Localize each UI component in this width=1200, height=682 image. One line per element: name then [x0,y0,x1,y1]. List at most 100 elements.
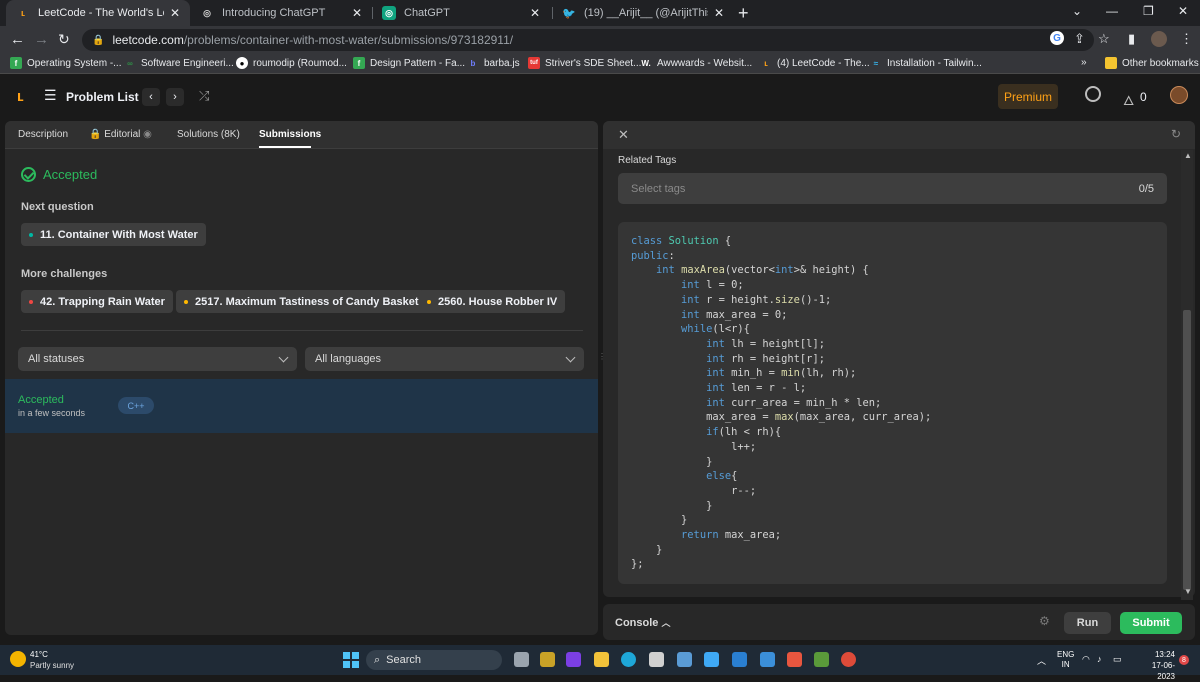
profile-avatar[interactable] [1151,31,1167,47]
l-app-icon[interactable] [704,652,719,667]
battery-icon[interactable]: ▭ [1113,654,1122,665]
panel-resize-handle[interactable]: ⋮ [598,353,606,369]
forward-icon[interactable]: → [34,31,49,48]
premium-button[interactable]: Premium [998,84,1058,109]
list-icon[interactable]: ☰ [44,87,57,104]
other-bookmarks[interactable]: Other bookmarks [1105,57,1199,69]
figma-icon[interactable] [787,652,802,667]
bookmark-label: Operating System -... [27,57,122,69]
jetbrains-icon[interactable] [566,652,581,667]
tab-submissions[interactable]: Submissions [259,129,321,140]
tab-search-icon[interactable]: ⌄ [1072,4,1082,18]
start-button[interactable] [343,652,359,668]
bookmark-favicon: f [353,57,365,69]
close-icon[interactable]: ✕ [714,6,724,20]
vscode-icon[interactable] [732,652,747,667]
tab-solutions[interactable]: Solutions (8K) [177,129,240,140]
tab-introducing-chatgpt[interactable]: ◎ Introducing ChatGPT ✕ [190,0,372,26]
bookmark-item[interactable]: tuf Striver's SDE Sheet... [528,57,641,69]
next-problem-button[interactable]: › [166,88,184,106]
tab-twitter[interactable]: 🐦 (19) __Arijit__ (@ArijitThisis) / Twi … [552,0,734,26]
leetcode-logo-icon[interactable]: ʟ [17,88,24,105]
wifi-icon[interactable]: ◠ [1082,654,1090,665]
scroll-down-icon[interactable]: ▼ [1184,587,1192,596]
problem-list-link[interactable]: Problem List [66,90,139,104]
clock[interactable]: 13:24 17-06-2023 [1135,649,1175,682]
bookmark-item[interactable]: ● roumodip (Roumod... [236,57,347,69]
next-question-chip[interactable]: 11. Container With Most Water [21,223,206,246]
debug-icon[interactable]: ⚙ [1039,614,1050,628]
bookmark-item[interactable]: f Operating System -... [10,57,121,69]
timer-icon[interactable] [1085,86,1101,102]
file-explorer-icon[interactable] [594,652,609,667]
close-icon[interactable]: ✕ [618,127,629,143]
run-button[interactable]: Run [1064,612,1111,634]
submit-button[interactable]: Submit [1120,612,1182,634]
challenge-chip[interactable]: 2560. House Robber IV [419,290,566,313]
bookmark-item[interactable]: f Design Pattern - Fa... [353,57,465,69]
tab-editorial[interactable]: 🔒 Editorial ◉ [89,129,152,140]
volume-icon[interactable]: ♪ [1097,654,1102,664]
bookmarks-overflow[interactable]: » [1081,57,1087,68]
share-icon[interactable]: ⇪ [1074,31,1085,47]
chevron-up-icon: ︿ [661,618,671,628]
app-icon[interactable] [540,652,555,667]
bookmark-item[interactable]: ≈ Installation - Tailwin... [870,57,982,69]
open-external-icon[interactable]: ↻ [1171,127,1181,141]
bookmark-item[interactable]: ʟ (4) LeetCode - The... [760,57,869,69]
bookmark-label: Design Pattern - Fa... [370,57,466,69]
tab-description[interactable]: Description [18,129,68,140]
notification-badge[interactable]: 8 [1179,655,1189,665]
submission-row[interactable]: Accepted in a few seconds C++ [5,379,598,433]
language-filter-select[interactable]: All languages [305,347,584,371]
difficulty-dot [427,299,431,304]
bookmark-star-icon[interactable]: ☆ [1098,31,1110,47]
restore-icon[interactable]: ❐ [1143,4,1154,18]
close-icon[interactable]: ✕ [530,6,540,20]
chrome-icon[interactable] [841,652,856,667]
chevron-double-right-icon: » [1081,57,1087,68]
minimize-icon[interactable]: — [1106,4,1118,18]
right-panel-scrollbar[interactable]: ▲ ▼ [1181,150,1193,600]
address-bar[interactable]: 🔒 leetcode.com /problems/container-with-… [82,29,1094,51]
edge-icon[interactable] [621,652,636,667]
prev-problem-button[interactable]: ‹ [142,88,160,106]
status-filter-select[interactable]: All statuses [18,347,297,371]
monitor-icon[interactable] [677,652,692,667]
side-panel-icon[interactable]: ▮ [1128,31,1135,47]
shuffle-icon[interactable]: ⤮ [199,88,209,104]
scroll-thumb[interactable] [1183,310,1191,590]
scroll-up-icon[interactable]: ▲ [1184,151,1192,160]
nodejs-icon[interactable] [814,652,829,667]
challenge-chip[interactable]: 42. Trapping Rain Water [21,290,173,313]
tab-chatgpt[interactable]: ◎ ChatGPT ✕ [372,0,550,26]
streak-fire-icon[interactable]: 🜂 [1123,87,1134,113]
input-language[interactable]: ENG IN [1057,650,1074,670]
openai-icon: ◎ [203,7,211,18]
tab-leetcode[interactable]: ʟ LeetCode - The World's Leading ✕ [6,0,190,26]
bookmark-item[interactable]: b barba.js [467,57,520,69]
taskbar-search[interactable]: ⌕ Search [366,650,502,670]
close-icon[interactable]: ✕ [352,6,362,20]
code-viewer[interactable]: class Solution { public: int maxArea(vec… [618,222,1167,584]
new-tab-button[interactable]: + [738,3,749,24]
console-toggle[interactable]: Console ︿ [615,616,670,629]
bookmark-item[interactable]: W. Awwwards - Websit... [640,57,752,69]
window-close-icon[interactable]: ✕ [1178,4,1188,18]
reload-icon[interactable]: ↻ [58,31,70,48]
menu-icon[interactable]: ⋮ [1180,31,1193,47]
more-challenges-label: More challenges [21,268,108,280]
result-status: Accepted [43,167,98,182]
bookmark-item[interactable]: ∞ Software Engineeri... [124,57,234,69]
tag-select-input[interactable]: Select tags 0/5 [618,173,1167,204]
back-icon[interactable]: ← [10,31,25,48]
weather-sun-icon[interactable] [10,651,26,667]
google-icon[interactable]: G [1050,31,1064,45]
store-icon[interactable] [649,652,664,667]
avatar[interactable] [1170,86,1188,104]
close-icon[interactable]: ✕ [170,6,180,20]
mail-icon[interactable] [760,652,775,667]
tray-chevron-icon[interactable]: ︿ [1037,654,1046,667]
challenge-chip[interactable]: 2517. Maximum Tastiness of Candy Basket [176,290,427,313]
task-view-icon[interactable] [514,652,529,667]
